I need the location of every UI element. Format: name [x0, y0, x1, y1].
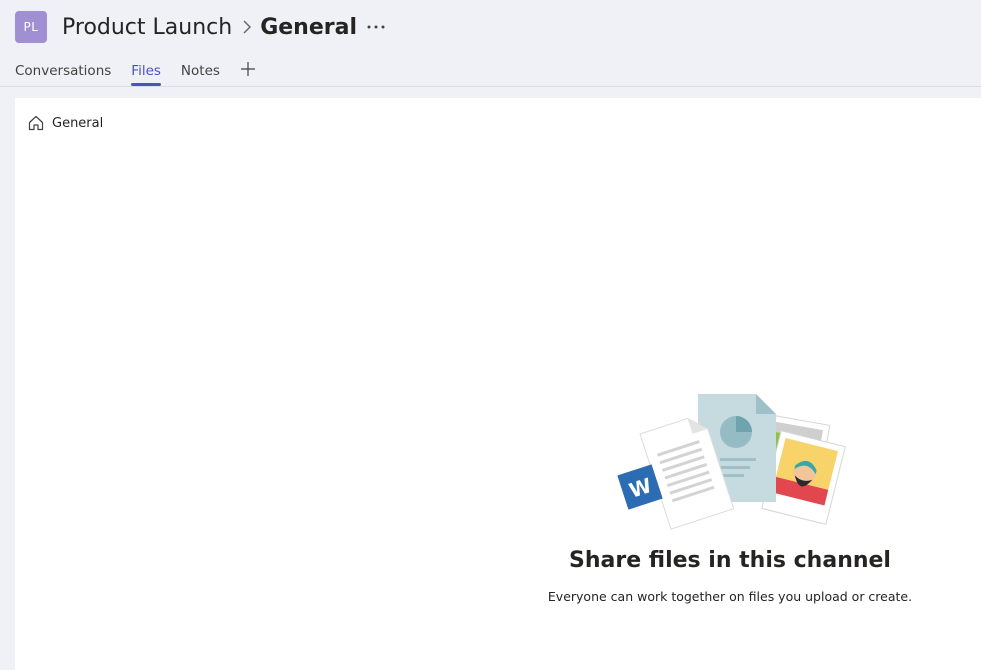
- empty-state-title: Share files in this channel: [569, 548, 891, 573]
- tab-conversations[interactable]: Conversations: [15, 58, 111, 84]
- tab-files[interactable]: Files: [131, 58, 161, 86]
- files-illustration-icon: W: [617, 394, 846, 530]
- more-icon: [367, 25, 385, 29]
- files-panel: General W Share files in this channel Ev…: [15, 98, 981, 670]
- page-title: Product Launch General: [62, 11, 387, 43]
- empty-state-subtitle: Everyone can work together on files you …: [547, 589, 913, 604]
- team-name[interactable]: Product Launch: [62, 15, 232, 40]
- tab-notes[interactable]: Notes: [181, 58, 220, 84]
- breadcrumb-item-general[interactable]: General: [52, 116, 103, 131]
- channel-name: General: [260, 14, 358, 40]
- home-icon[interactable]: [27, 114, 45, 132]
- channel-header: PL Product Launch General Conversations …: [0, 0, 981, 87]
- team-avatar[interactable]: PL: [15, 11, 47, 43]
- breadcrumb: General: [27, 114, 103, 132]
- channel-tabs: Conversations Files Notes: [15, 58, 258, 86]
- more-options-button[interactable]: [365, 11, 387, 43]
- empty-state: W Share files in this channel Everyone c…: [515, 392, 945, 604]
- chevron-right-icon: [238, 11, 256, 43]
- plus-icon: [240, 62, 255, 76]
- add-tab-button[interactable]: [238, 58, 258, 80]
